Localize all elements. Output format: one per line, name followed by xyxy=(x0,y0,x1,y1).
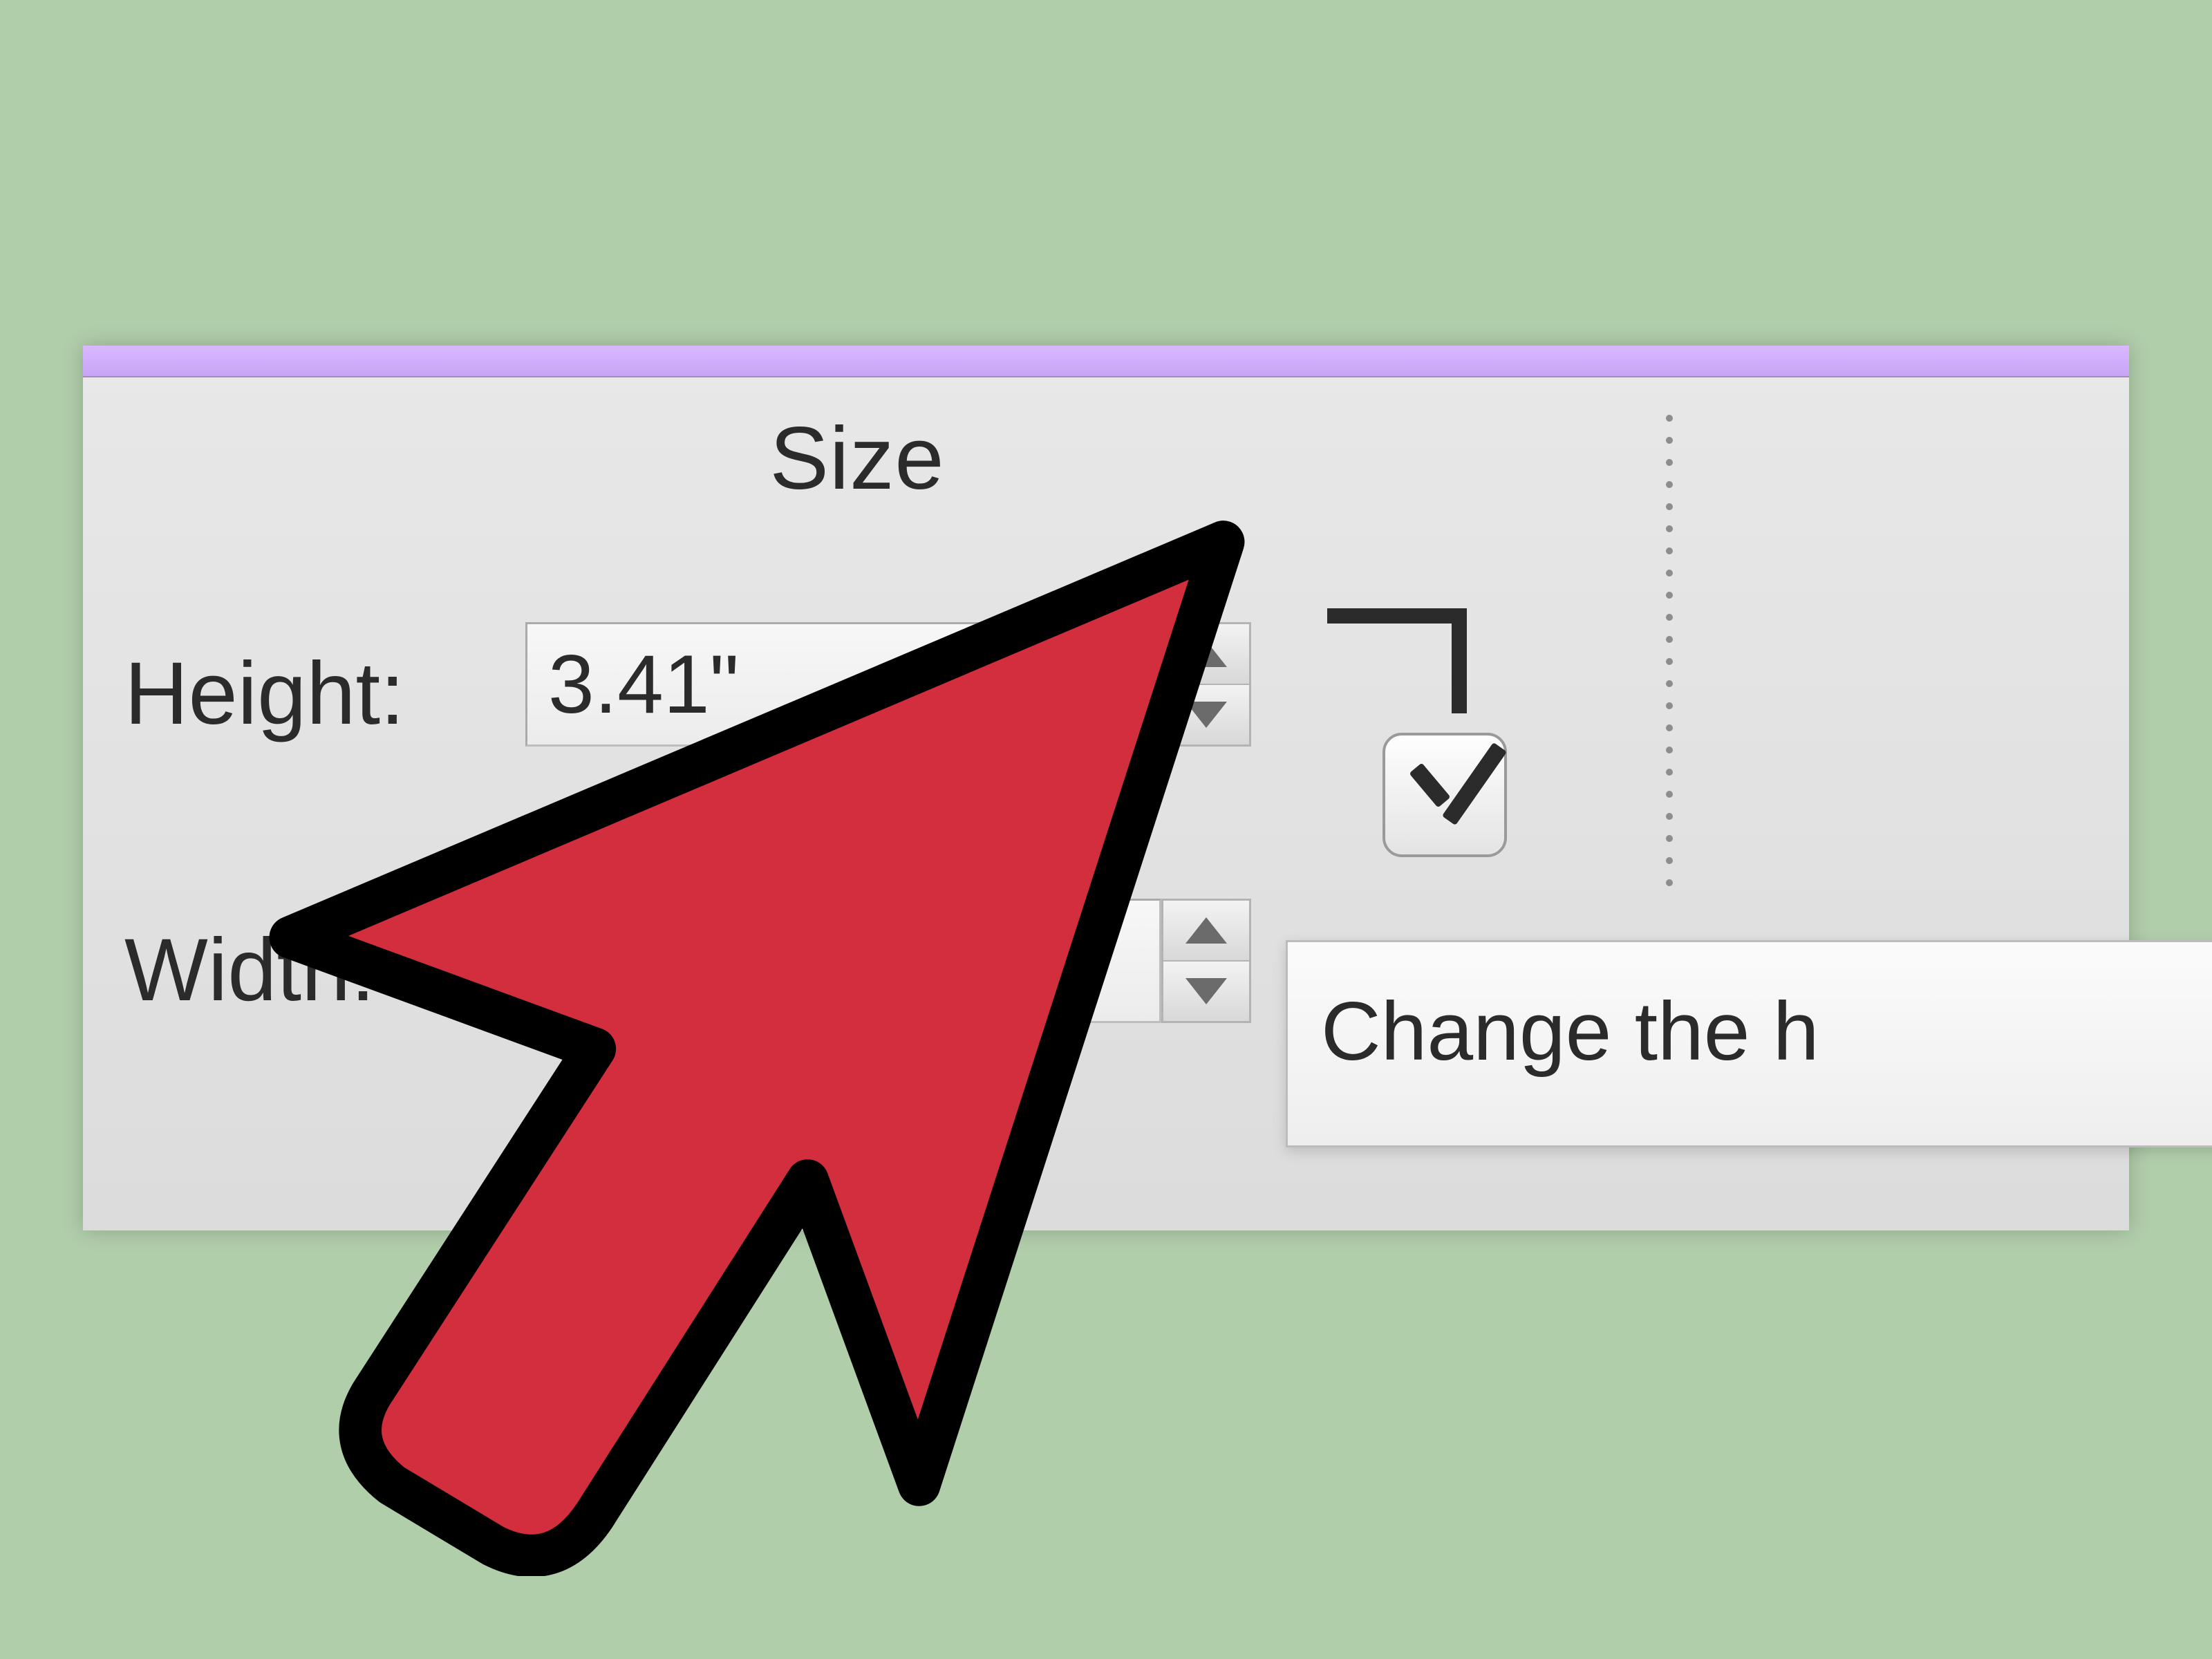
aspect-lock-icon xyxy=(1327,608,1467,713)
ribbon-group-separator xyxy=(1666,415,1673,899)
lock-aspect-checkbox[interactable] xyxy=(1382,733,1507,857)
height-decrement-button[interactable] xyxy=(1161,684,1251,747)
height-spinner xyxy=(1161,622,1251,747)
size-ribbon-panel: Size Height: 3.41" Width: Change the h xyxy=(83,346,2129,1230)
width-increment-button[interactable] xyxy=(1161,899,1251,961)
width-label: Width: xyxy=(124,919,375,1021)
tooltip: Change the h xyxy=(1286,940,2212,1147)
triangle-down-icon xyxy=(1185,702,1227,728)
height-increment-button[interactable] xyxy=(1161,622,1251,684)
triangle-down-icon xyxy=(1185,978,1227,1004)
section-title-size: Size xyxy=(83,408,1631,509)
window-titlebar xyxy=(83,346,2129,377)
checkmark-icon xyxy=(1407,734,1497,838)
triangle-up-icon xyxy=(1185,641,1227,667)
width-spinner xyxy=(1161,899,1251,1023)
height-label: Height: xyxy=(124,643,405,744)
width-decrement-button[interactable] xyxy=(1161,961,1251,1023)
triangle-up-icon xyxy=(1185,917,1227,944)
width-input[interactable] xyxy=(525,899,1161,1023)
height-input[interactable]: 3.41" xyxy=(525,622,1161,747)
